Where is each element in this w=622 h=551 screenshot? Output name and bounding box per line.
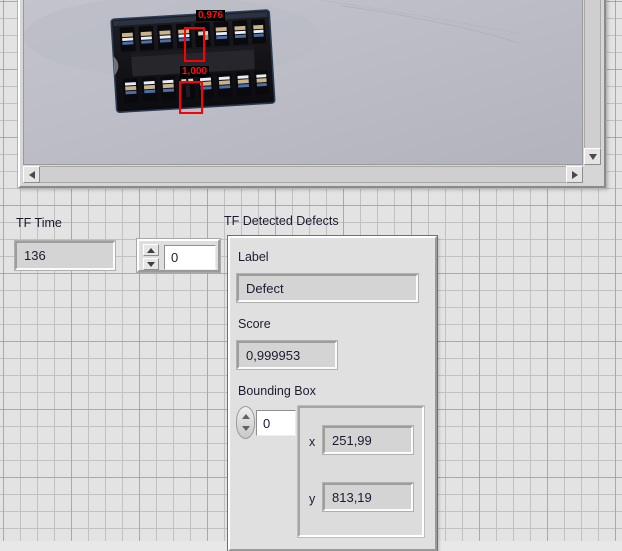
triangle-left-icon [28, 170, 35, 179]
defect-index-spinner[interactable]: 0 [137, 239, 220, 272]
inspection-photo [24, 0, 582, 164]
scroll-left-button[interactable] [23, 166, 40, 183]
score-indicator: 0,999953 [237, 341, 337, 369]
y-caption: y [309, 492, 316, 506]
detection-score-label: 0,976 [196, 10, 226, 21]
spinner-increment-button[interactable] [143, 244, 159, 256]
vertical-scrollbar[interactable] [584, 0, 601, 165]
detected-defects-title: TF Detected Defects [224, 214, 339, 228]
tf-time-label: TF Time [16, 216, 62, 230]
detection-score-label: 1,000 [180, 66, 210, 77]
detection-box [184, 27, 205, 62]
label-indicator: Defect [237, 274, 418, 302]
score-caption: Score [238, 317, 271, 331]
image-viewer[interactable]: 0,976 1,000 [18, 0, 606, 188]
triangle-down-icon [241, 426, 250, 432]
defect-index-input[interactable]: 0 [164, 245, 216, 270]
spinner-decrement-button[interactable] [143, 258, 159, 270]
bounding-box-caption: Bounding Box [238, 384, 316, 398]
bounding-box-index-input[interactable]: 0 [256, 410, 296, 436]
image-canvas-area[interactable]: 0,976 1,000 [23, 0, 583, 165]
triangle-up-icon [147, 247, 155, 253]
spinner-arrows[interactable] [143, 244, 159, 270]
x-indicator: 251,99 [323, 426, 413, 454]
y-indicator: 813,19 [323, 483, 413, 511]
triangle-down-icon [588, 153, 597, 160]
label-caption: Label [238, 250, 269, 264]
horizontal-scrollbar[interactable] [23, 166, 583, 183]
tf-time-indicator: 136 [15, 241, 115, 270]
x-caption: x [309, 435, 316, 449]
bounding-box-index-spinner[interactable] [236, 406, 255, 439]
scroll-down-button[interactable] [584, 148, 601, 165]
triangle-right-icon [571, 170, 578, 179]
detection-box [179, 81, 203, 114]
scroll-right-button[interactable] [566, 166, 583, 183]
triangle-up-icon [241, 413, 250, 419]
detected-defects-cluster: Label Defect Score 0,999953 Bounding Box… [228, 236, 437, 551]
bounding-box-coords-frame: x 251,99 y 813,19 [298, 406, 424, 537]
triangle-down-icon [147, 261, 155, 267]
